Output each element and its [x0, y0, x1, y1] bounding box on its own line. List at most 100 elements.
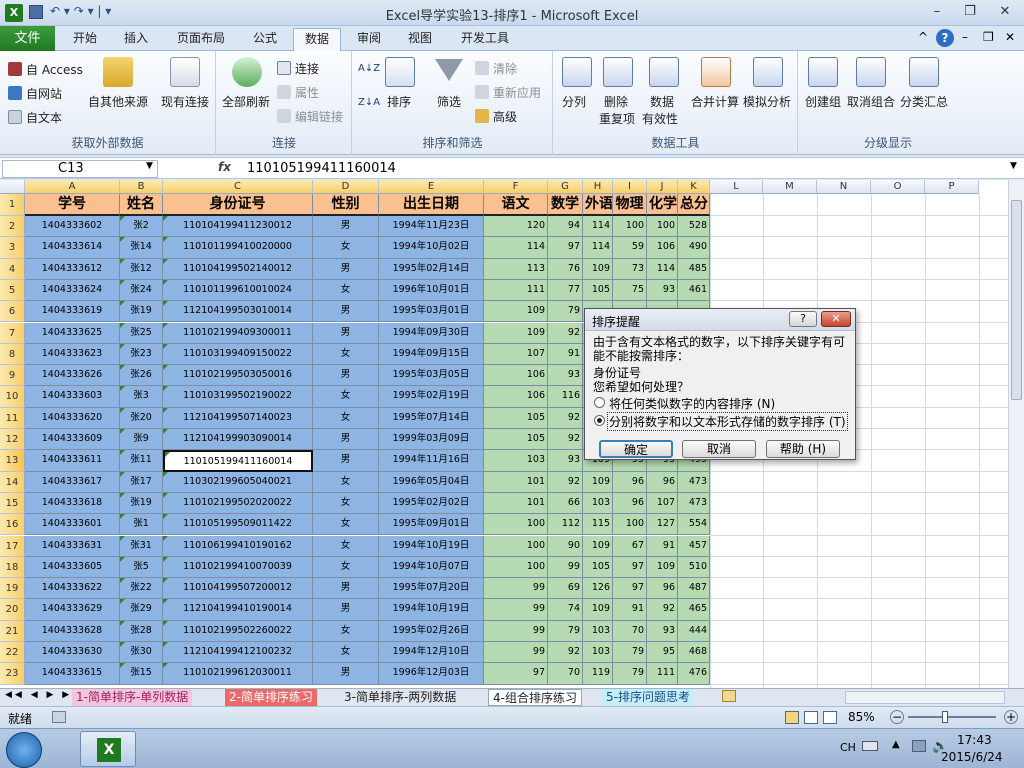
table-cell[interactable]: 1404333624 [25, 279, 120, 302]
header-cell[interactable]: 出生日期 [379, 194, 484, 216]
table-cell[interactable]: 96 [647, 578, 678, 600]
table-cell[interactable]: 110105199509011422 [163, 514, 313, 536]
table-cell[interactable]: 99 [484, 642, 548, 664]
table-cell[interactable]: 1404333611 [25, 450, 120, 472]
table-cell[interactable]: 528 [678, 216, 710, 238]
header-cell[interactable]: 姓名 [120, 194, 163, 216]
table-cell[interactable]: 74 [548, 599, 583, 621]
table-cell[interactable]: 男 [313, 216, 379, 238]
table-cell[interactable]: 100 [647, 216, 678, 238]
expand-formula-icon[interactable]: ▼ [1010, 161, 1017, 171]
table-cell[interactable]: 110302199605040021 [163, 471, 313, 493]
row-header[interactable]: 15 [0, 492, 25, 515]
ungroup-button[interactable]: 取消组合 [847, 93, 895, 110]
table-cell[interactable]: 1995年07月20日 [379, 578, 484, 600]
existing-connections-button[interactable]: 现有连接 [161, 93, 209, 110]
header-cell[interactable]: 物理 [613, 194, 647, 216]
table-cell[interactable]: 女 [313, 642, 379, 664]
new-sheet-icon[interactable] [722, 690, 736, 702]
table-cell[interactable]: 92 [647, 599, 678, 621]
table-cell[interactable]: 112 [548, 514, 583, 536]
table-cell[interactable]: 112104199503010014 [163, 301, 313, 323]
table-cell[interactable]: 张22 [120, 578, 163, 600]
sort-button[interactable]: 排序 [387, 93, 411, 110]
table-cell[interactable]: 110103199409150022 [163, 343, 313, 366]
table-cell[interactable]: 100 [613, 514, 647, 536]
table-cell[interactable]: 93 [548, 365, 583, 387]
table-cell[interactable]: 张28 [120, 620, 163, 642]
row-header[interactable]: 10 [0, 386, 25, 408]
sheet-tab-1[interactable]: 1-简单排序-单列数据 [72, 689, 193, 706]
table-cell[interactable]: 79 [613, 663, 647, 685]
table-cell[interactable]: 100 [484, 556, 548, 579]
table-cell[interactable]: 1995年02月14日 [379, 258, 484, 280]
header-cell[interactable]: 数学 [548, 194, 583, 216]
table-cell[interactable]: 97 [613, 556, 647, 579]
table-cell[interactable]: 103 [583, 492, 613, 515]
table-cell[interactable]: 男 [313, 258, 379, 280]
ime-indicator[interactable]: CH [840, 741, 856, 754]
row-header[interactable]: 22 [0, 642, 25, 664]
table-cell[interactable]: 110104199411230012 [163, 216, 313, 238]
row-header[interactable]: 2 [0, 216, 25, 238]
table-cell[interactable]: 510 [678, 556, 710, 579]
table-cell[interactable]: 1404333626 [25, 365, 120, 387]
table-cell[interactable]: 张5 [120, 556, 163, 579]
table-cell[interactable]: 100 [484, 535, 548, 557]
table-cell[interactable]: 79 [613, 642, 647, 664]
table-cell[interactable]: 101 [484, 492, 548, 515]
sheet-nav-icons[interactable]: ◀◀ ◀ ▶ ▶▶ [5, 690, 82, 700]
formula-input[interactable]: 110105199411160014 [247, 161, 396, 176]
table-cell[interactable]: 1994年10月02日 [379, 237, 484, 259]
row-header[interactable]: 4 [0, 258, 25, 280]
data-validation-button[interactable]: 数据 [650, 93, 674, 110]
close-button[interactable]: ✕ [990, 2, 1020, 22]
table-cell[interactable]: 1996年10月01日 [379, 279, 484, 302]
row-header[interactable]: 13 [0, 450, 25, 472]
table-cell[interactable]: 92 [548, 322, 583, 344]
table-cell[interactable]: 张2 [120, 216, 163, 238]
table-cell[interactable]: 127 [647, 514, 678, 536]
table-cell[interactable]: 107 [484, 343, 548, 366]
table-cell[interactable]: 485 [678, 258, 710, 280]
tab-data[interactable]: 数据 [293, 28, 341, 52]
tab-insert[interactable]: 插入 [113, 28, 159, 51]
table-cell[interactable]: 112104199412100232 [163, 642, 313, 664]
row-header[interactable]: 11 [0, 407, 25, 429]
header-cell[interactable]: 外语 [583, 194, 613, 216]
subtotal-button[interactable]: 分类汇总 [900, 93, 948, 110]
table-cell[interactable]: 112104199410190014 [163, 599, 313, 621]
start-button-icon[interactable] [6, 732, 42, 768]
table-cell[interactable]: 张17 [120, 471, 163, 493]
clock-date[interactable]: 2015/6/24 [941, 750, 1003, 764]
sheet-tab-3[interactable]: 3-简单排序-两列数据 [340, 689, 461, 706]
table-cell[interactable]: 75 [613, 279, 647, 302]
table-cell[interactable]: 1994年12月10日 [379, 642, 484, 664]
table-cell[interactable]: 1995年02月19日 [379, 386, 484, 408]
macro-record-icon[interactable] [52, 711, 66, 723]
row-header[interactable]: 12 [0, 429, 25, 451]
table-cell[interactable]: 100 [613, 216, 647, 238]
table-cell[interactable]: 93 [647, 620, 678, 642]
table-cell[interactable]: 女 [313, 471, 379, 493]
table-cell[interactable]: 96 [613, 471, 647, 493]
tab-home[interactable]: 开始 [60, 28, 110, 51]
table-cell[interactable]: 女 [313, 237, 379, 259]
zoom-out-icon[interactable]: − [890, 710, 904, 724]
name-box-dropdown-icon[interactable]: ▼ [146, 161, 153, 171]
table-cell[interactable]: 张30 [120, 642, 163, 664]
reapply-button[interactable]: 重新应用 [493, 84, 541, 101]
table-cell[interactable]: 94 [548, 216, 583, 238]
table-cell[interactable]: 105 [583, 556, 613, 579]
table-cell[interactable]: 张31 [120, 535, 163, 557]
column-header[interactable]: J [647, 180, 678, 194]
table-cell[interactable]: 男 [313, 578, 379, 600]
clear-filter-button[interactable]: 清除 [493, 60, 517, 77]
column-header[interactable]: H [583, 180, 613, 194]
table-cell[interactable]: 1404333628 [25, 620, 120, 642]
other-sources-button[interactable]: 自其他来源 [88, 93, 148, 110]
table-cell[interactable]: 91 [613, 599, 647, 621]
row-header[interactable]: 5 [0, 279, 25, 302]
table-cell[interactable]: 67 [613, 535, 647, 557]
table-cell[interactable]: 99 [484, 578, 548, 600]
